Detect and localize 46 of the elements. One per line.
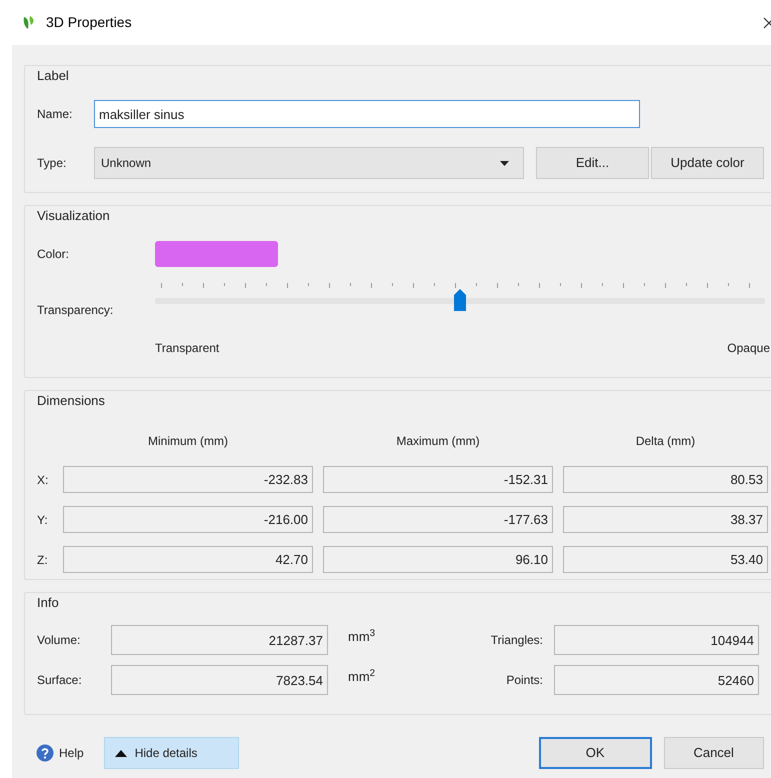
field-label: Name: xyxy=(37,106,74,123)
axis-label: Z: xyxy=(37,552,49,568)
axis-label: Y: xyxy=(37,512,49,528)
unit-label: mm$^{3}$ xyxy=(347,627,376,646)
help-button[interactable]: Help xyxy=(36,738,84,768)
max-label: Opaque xyxy=(727,340,770,357)
field-label: Transparency: xyxy=(37,302,114,319)
axis-label: X: xyxy=(37,472,50,488)
column-header: Minimum (mm) xyxy=(147,433,229,450)
readonly-field[interactable]: -177.63 xyxy=(323,506,553,533)
slider-thumb[interactable] xyxy=(454,289,466,311)
readonly-field[interactable]: 7823.54 xyxy=(111,665,328,695)
field-label: Type: xyxy=(37,155,68,172)
column-header: Maximum (mm) xyxy=(395,433,481,450)
window-title: 3D Properties xyxy=(46,13,132,32)
readonly-field[interactable]: 42.70 xyxy=(63,546,313,573)
readonly-field[interactable]: 38.37 xyxy=(563,506,768,533)
color-swatch[interactable] xyxy=(155,241,278,267)
field-label: Volume: xyxy=(37,632,82,649)
column-header: Delta (mm) xyxy=(634,433,696,450)
input-field[interactable]: maksiller sinus xyxy=(94,100,640,128)
readonly-field[interactable]: 53.40 xyxy=(563,546,768,573)
readonly-field[interactable]: -216.00 xyxy=(63,506,313,533)
readonly-field[interactable]: 80.53 xyxy=(563,466,768,493)
field-label: Points: xyxy=(505,672,544,689)
field-label: Color: xyxy=(37,246,70,263)
edit-button[interactable]: Edit... xyxy=(536,147,649,179)
field-label: Triangles: xyxy=(490,632,544,649)
readonly-field[interactable]: -232.83 xyxy=(63,466,313,493)
update-color-button[interactable]: Update color xyxy=(651,147,764,179)
triangle-up-icon xyxy=(114,750,127,756)
app-icon xyxy=(22,14,36,30)
readonly-field[interactable]: -152.31 xyxy=(323,466,553,493)
details-button[interactable]: Hide details xyxy=(104,737,239,769)
readonly-field[interactable]: 52460 xyxy=(554,665,759,695)
ok-button[interactable]: OK xyxy=(538,737,652,769)
caret-icon xyxy=(500,160,509,166)
cancel-button[interactable]: Cancel xyxy=(664,737,764,769)
field-label: Surface: xyxy=(37,672,83,689)
readonly-field[interactable]: 21287.37 xyxy=(111,625,328,655)
help-icon xyxy=(36,744,54,762)
unit-label: mm$^{2}$ xyxy=(347,667,376,686)
readonly-field[interactable]: 96.10 xyxy=(323,546,553,573)
type-dropdown[interactable]: Unknown xyxy=(94,147,524,179)
min-label: Transparent xyxy=(155,340,220,357)
readonly-field[interactable]: 104944 xyxy=(554,625,759,655)
